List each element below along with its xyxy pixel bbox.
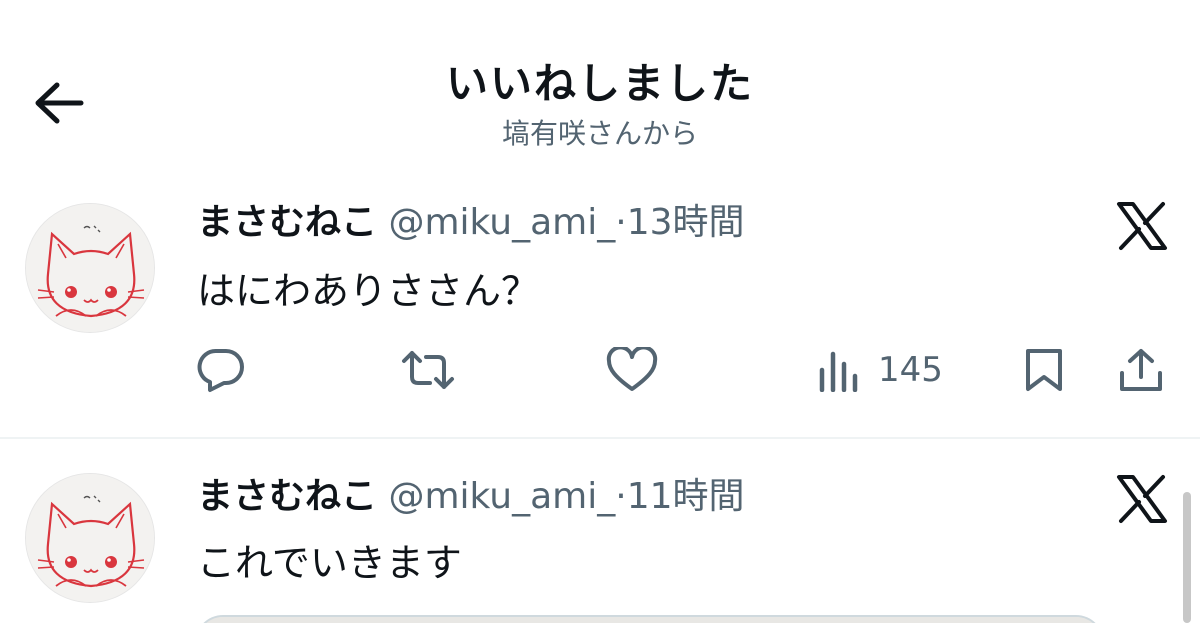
x-logo-icon <box>1113 473 1171 525</box>
page-title: いいねしました <box>445 59 754 108</box>
tweet-header: まさむねこ @miku_ami_·11時間 <box>197 475 745 519</box>
reply-icon <box>197 348 244 392</box>
media-image <box>197 617 1102 623</box>
author-handle[interactable]: @miku_ami_ <box>388 476 615 517</box>
tweet-actions: 145 <box>0 345 1200 395</box>
retweet-button[interactable] <box>400 345 456 395</box>
cat-avatar-image <box>26 474 154 602</box>
retweet-icon <box>402 351 454 389</box>
scrollbar[interactable] <box>1183 492 1191 623</box>
separator-dot: · <box>615 202 627 243</box>
media-preview[interactable] <box>195 615 1104 623</box>
author-handle[interactable]: @miku_ami_ <box>388 202 615 243</box>
liked-tweets-screen: いいねしました 塙有咲さんから まさむねこ @miku_ami_·13時間 はに… <box>0 0 1200 623</box>
reply-button[interactable] <box>196 345 246 395</box>
tweet-divider <box>0 437 1200 439</box>
x-logo-icon <box>1113 200 1171 252</box>
views-count: 145 <box>878 350 943 390</box>
tweet-text: これでいきます <box>197 541 462 585</box>
bookmark-button[interactable] <box>1022 345 1066 395</box>
share-icon <box>1120 349 1162 391</box>
avatar[interactable] <box>25 473 155 603</box>
tweet-item[interactable]: まさむねこ @miku_ami_·13時間 はにわありささん？ 145 <box>0 195 1200 437</box>
author-name[interactable]: まさむねこ <box>197 476 377 517</box>
bookmark-icon <box>1026 349 1062 391</box>
timestamp[interactable]: 11時間 <box>627 476 745 517</box>
tweet-item[interactable]: まさむねこ @miku_ami_·11時間 これでいきます <box>0 440 1200 623</box>
tweet-text: はにわありささん？ <box>197 269 540 313</box>
share-button[interactable] <box>1118 345 1164 395</box>
views-icon <box>819 351 858 392</box>
author-name[interactable]: まさむねこ <box>197 202 377 243</box>
views-button[interactable]: 145 <box>818 345 943 395</box>
timestamp[interactable]: 13時間 <box>627 202 745 243</box>
cat-avatar-image <box>26 204 154 332</box>
page-subtitle: 塙有咲さんから <box>501 117 698 150</box>
tweet-header: まさむねこ @miku_ami_·13時間 <box>197 201 745 245</box>
avatar[interactable] <box>25 203 155 333</box>
separator-dot: · <box>615 476 627 517</box>
like-icon <box>606 347 658 391</box>
like-button[interactable] <box>605 345 659 395</box>
